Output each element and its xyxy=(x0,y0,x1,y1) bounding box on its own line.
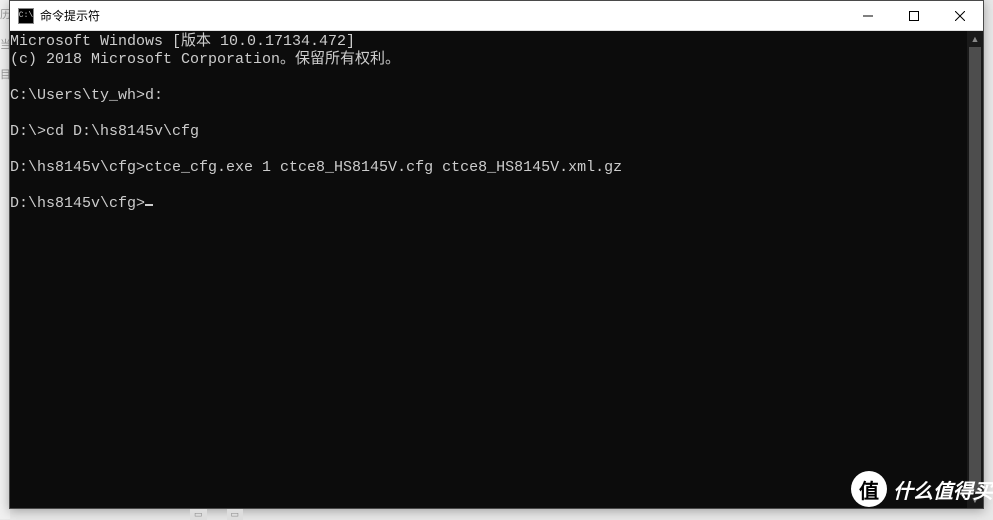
terminal-line xyxy=(10,69,967,87)
maximize-button[interactable] xyxy=(891,1,937,30)
terminal-line: D:\hs8145v\cfg>ctce_cfg.exe 1 ctce8_HS81… xyxy=(10,159,967,177)
terminal-output[interactable]: Microsoft Windows [版本 10.0.17134.472](c)… xyxy=(10,31,967,508)
terminal-line: (c) 2018 Microsoft Corporation。保留所有权利。 xyxy=(10,51,967,69)
window-title: 命令提示符 xyxy=(40,7,845,24)
terminal-line: C:\Users\ty_wh>d: xyxy=(10,87,967,105)
terminal-line xyxy=(10,141,967,159)
terminal-line xyxy=(10,105,967,123)
terminal-line: Microsoft Windows [版本 10.0.17134.472] xyxy=(10,33,967,51)
cmd-window: C:\ 命令提示符 Microsoft Windows [版本 10.0.171… xyxy=(9,0,984,509)
titlebar[interactable]: C:\ 命令提示符 xyxy=(10,1,983,31)
scroll-down-icon[interactable]: ▼ xyxy=(967,492,983,508)
scroll-thumb[interactable] xyxy=(969,47,981,492)
taskbar-item: ▭ xyxy=(190,509,207,520)
cursor-icon xyxy=(145,204,153,206)
terminal-area: Microsoft Windows [版本 10.0.17134.472](c)… xyxy=(10,31,983,508)
minimize-button[interactable] xyxy=(845,1,891,30)
terminal-line: D:\>cd D:\hs8145v\cfg xyxy=(10,123,967,141)
close-button[interactable] xyxy=(937,1,983,30)
cmd-icon: C:\ xyxy=(18,8,34,24)
scroll-up-icon[interactable]: ▲ xyxy=(967,31,983,47)
terminal-line: D:\hs8145v\cfg> xyxy=(10,195,967,213)
taskbar-fragment: ▭ ▭ xyxy=(190,509,243,519)
scroll-track[interactable] xyxy=(967,47,983,492)
window-controls xyxy=(845,1,983,30)
taskbar-item: ▭ xyxy=(227,509,244,520)
terminal-line xyxy=(10,177,967,195)
scrollbar[interactable]: ▲ ▼ xyxy=(967,31,983,508)
